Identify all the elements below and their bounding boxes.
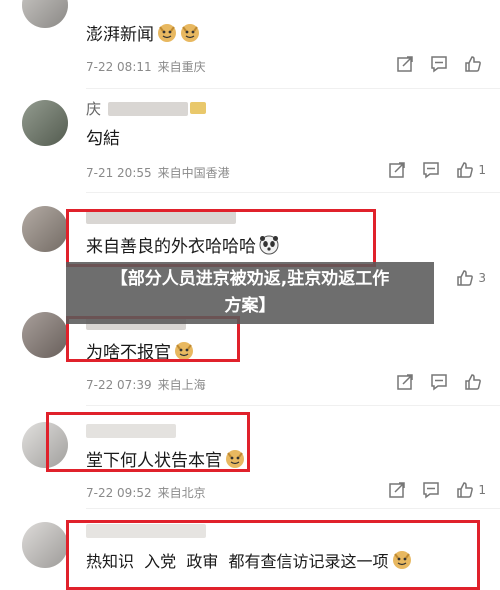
thumbs-up-icon [455, 268, 475, 288]
comment-icon [429, 372, 449, 392]
avatar[interactable] [22, 312, 68, 358]
comment-location: 来自北京 [157, 486, 206, 500]
comment-date: 7-22 08:11 [86, 60, 152, 74]
like-button[interactable]: 1 [455, 160, 486, 180]
like-button[interactable] [463, 372, 486, 392]
comment-meta: 7-22 07:39 来自上海 [86, 376, 206, 393]
comment-icon [421, 480, 441, 500]
comment-meta: 7-21 20:55 来自中国香港 [86, 164, 230, 181]
reply-button[interactable] [421, 480, 441, 500]
thumbs-up-icon [455, 160, 475, 180]
repost-icon [395, 54, 415, 74]
headline-line-2: 方案】 [224, 296, 276, 316]
highlight-box [46, 412, 250, 472]
avatar[interactable] [22, 206, 68, 252]
like-count: 1 [478, 483, 486, 497]
comment-meta: 7-22 09:52 来自北京 [86, 484, 206, 501]
thumbs-up-icon [463, 54, 483, 74]
avatar[interactable] [22, 100, 68, 146]
highlight-box [66, 209, 376, 267]
repost-icon [387, 480, 407, 500]
vip-badge [190, 102, 206, 114]
comment-text: 勾結 [86, 129, 120, 149]
comment-date: 7-22 07:39 [86, 378, 152, 392]
reply-button[interactable] [429, 372, 449, 392]
divider [86, 508, 500, 509]
doge-icon [157, 23, 177, 48]
comment-text: 澎湃新闻 [86, 20, 200, 48]
divider [86, 88, 500, 89]
repost-button[interactable] [387, 160, 407, 180]
divider [86, 405, 500, 406]
avatar[interactable] [22, 522, 68, 568]
repost-button[interactable] [395, 372, 415, 392]
thumbs-up-icon [455, 480, 475, 500]
thumbs-up-icon [463, 372, 483, 392]
like-button[interactable] [463, 54, 486, 74]
reply-button[interactable] [421, 160, 441, 180]
username-blur [108, 102, 188, 116]
repost-button[interactable] [387, 480, 407, 500]
divider [86, 192, 500, 193]
repost-icon [395, 372, 415, 392]
like-button[interactable]: 3 [455, 268, 486, 288]
comment-date: 7-22 09:52 [86, 486, 152, 500]
comment-icon [429, 54, 449, 74]
comment-meta: 7-22 08:11 来自重庆 [86, 58, 206, 75]
comment-date: 7-21 20:55 [86, 166, 152, 180]
like-button[interactable]: 1 [455, 480, 486, 500]
repost-button[interactable] [395, 54, 415, 74]
headline-banner: 【部分人员进京被劝返,驻京劝返工作 方案】 [66, 262, 434, 324]
comment-location: 来自中国香港 [157, 166, 230, 180]
comment-username[interactable]: 庆 [86, 98, 101, 119]
like-count: 1 [478, 163, 486, 177]
doge-icon [180, 23, 200, 48]
like-count: 3 [478, 271, 486, 285]
headline-line-1: 【部分人员进京被劝返,驻京劝返工作 [110, 269, 390, 289]
highlight-box [66, 520, 480, 590]
comment-icon [421, 160, 441, 180]
comment-location: 来自重庆 [157, 60, 206, 74]
repost-icon [387, 160, 407, 180]
comment-location: 来自上海 [157, 378, 206, 392]
reply-button[interactable] [429, 54, 449, 74]
avatar[interactable] [22, 0, 68, 28]
